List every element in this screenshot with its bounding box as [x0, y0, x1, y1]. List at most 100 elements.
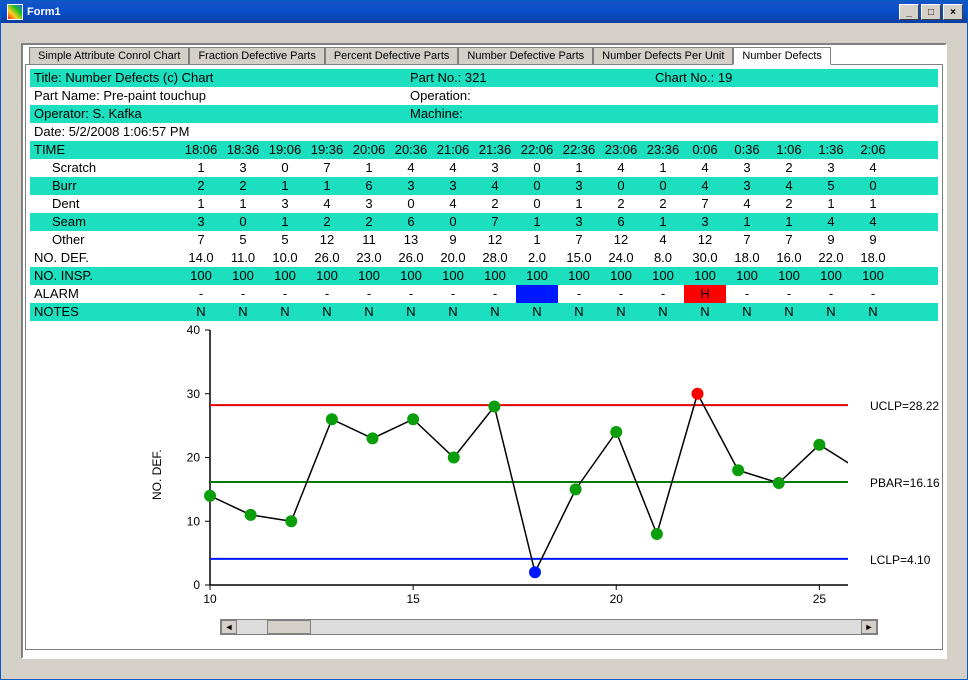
cell: 100	[516, 267, 558, 285]
cell: 4	[306, 195, 348, 213]
app-icon	[7, 4, 23, 20]
nodef-label: NO. DEF.	[30, 249, 180, 267]
cell: 2	[306, 213, 348, 231]
category-row: Dent11343042012274211	[30, 195, 938, 213]
cell: 0	[852, 177, 894, 195]
cell: 100	[852, 267, 894, 285]
tab-strip: Simple Attribute Conrol ChartFraction De…	[29, 47, 943, 64]
cell: 12	[474, 231, 516, 249]
cell: 2	[222, 177, 264, 195]
cell: 5	[810, 177, 852, 195]
cell: 4	[726, 195, 768, 213]
cell: -	[852, 285, 894, 303]
cell: 100	[768, 267, 810, 285]
nodef-row: NO. DEF. 14.011.010.026.023.026.020.028.…	[30, 249, 938, 267]
category-row: Scratch13071443014143234	[30, 159, 938, 177]
partno-value: 321	[465, 70, 487, 85]
cell: 7	[474, 213, 516, 231]
cell: 100	[474, 267, 516, 285]
cell: 1:06	[768, 141, 810, 159]
scroll-right-arrow-icon[interactable]: ►	[861, 620, 877, 634]
cell: 7	[180, 231, 222, 249]
minimize-button[interactable]: _	[899, 4, 919, 20]
cell: -	[726, 285, 768, 303]
cell: 0	[516, 159, 558, 177]
category-label: Scratch	[30, 159, 180, 177]
cell: N	[306, 303, 348, 321]
cell: 4	[684, 159, 726, 177]
cell: 2	[768, 195, 810, 213]
scroll-thumb[interactable]	[267, 620, 311, 634]
svg-text:25: 25	[813, 592, 827, 606]
cell: 7	[306, 159, 348, 177]
cell: -	[810, 285, 852, 303]
cell: 1	[852, 195, 894, 213]
cell: 16.0	[768, 249, 810, 267]
machine-label: Machine:	[410, 106, 463, 121]
cell: 3	[390, 177, 432, 195]
tab-5[interactable]: Number Defects	[733, 47, 830, 65]
cell: 6	[600, 213, 642, 231]
cell: 0:06	[684, 141, 726, 159]
category-row: Other75512111391217124127799	[30, 231, 938, 249]
cell: 2:06	[852, 141, 894, 159]
title-label: Title:	[34, 70, 62, 85]
cell: 0	[516, 177, 558, 195]
alarm-label: ALARM	[30, 285, 180, 303]
cell: 0	[432, 213, 474, 231]
cell: 4	[852, 213, 894, 231]
cell: 100	[180, 267, 222, 285]
cell: 12	[306, 231, 348, 249]
uclp-label: UCLP=28.22	[870, 399, 939, 413]
cell: 1	[180, 195, 222, 213]
cell: 0	[222, 213, 264, 231]
cell: 9	[432, 231, 474, 249]
header-row-4: Date: 5/2/2008 1:06:57 PM	[30, 123, 938, 141]
titlebar[interactable]: Form1 _ □ ×	[1, 1, 967, 23]
cell: 22:06	[516, 141, 558, 159]
maximize-button[interactable]: □	[921, 4, 941, 20]
tab-2[interactable]: Percent Defective Parts	[325, 47, 459, 64]
cell: -	[306, 285, 348, 303]
operator-value: S. Kafka	[93, 106, 142, 121]
cell: 2	[768, 159, 810, 177]
cell: 4	[474, 177, 516, 195]
cell: 28.0	[474, 249, 516, 267]
tab-4[interactable]: Number Defects Per Unit	[593, 47, 733, 64]
cell: 18:06	[180, 141, 222, 159]
cell: 100	[432, 267, 474, 285]
cell: N	[852, 303, 894, 321]
cell: 3	[222, 159, 264, 177]
cell: N	[264, 303, 306, 321]
svg-text:0: 0	[193, 578, 200, 592]
svg-text:10: 10	[203, 592, 217, 606]
cell: 5	[264, 231, 306, 249]
cell: 3	[810, 159, 852, 177]
tab-0[interactable]: Simple Attribute Conrol Chart	[29, 47, 189, 64]
header-row-2: Part Name: Pre-paint touchup Operation:	[30, 87, 938, 105]
scroll-track[interactable]	[237, 620, 861, 634]
cell: 9	[852, 231, 894, 249]
category-label: Burr	[30, 177, 180, 195]
cell: 0	[390, 195, 432, 213]
cell: 1	[558, 195, 600, 213]
close-button[interactable]: ×	[943, 4, 963, 20]
cell: 18:36	[222, 141, 264, 159]
time-row: TIME 18:0618:3619:0619:3620:0620:3621:06…	[30, 141, 938, 159]
scroll-left-arrow-icon[interactable]: ◄	[221, 620, 237, 634]
cell: 23.0	[348, 249, 390, 267]
tab-1[interactable]: Fraction Defective Parts	[189, 47, 324, 64]
cell: 3	[348, 195, 390, 213]
horizontal-scrollbar[interactable]: ◄ ►	[220, 619, 878, 635]
alarm-row: ALARM --------L---H----	[30, 285, 938, 303]
content-area: Simple Attribute Conrol ChartFraction De…	[1, 23, 967, 679]
cell: 7	[558, 231, 600, 249]
operator-label: Operator:	[34, 106, 89, 121]
cell: N	[516, 303, 558, 321]
cell: -	[180, 285, 222, 303]
cell: 30.0	[684, 249, 726, 267]
cell: 13	[390, 231, 432, 249]
tab-3[interactable]: Number Defective Parts	[458, 47, 593, 64]
cell: N	[600, 303, 642, 321]
cell: 100	[642, 267, 684, 285]
